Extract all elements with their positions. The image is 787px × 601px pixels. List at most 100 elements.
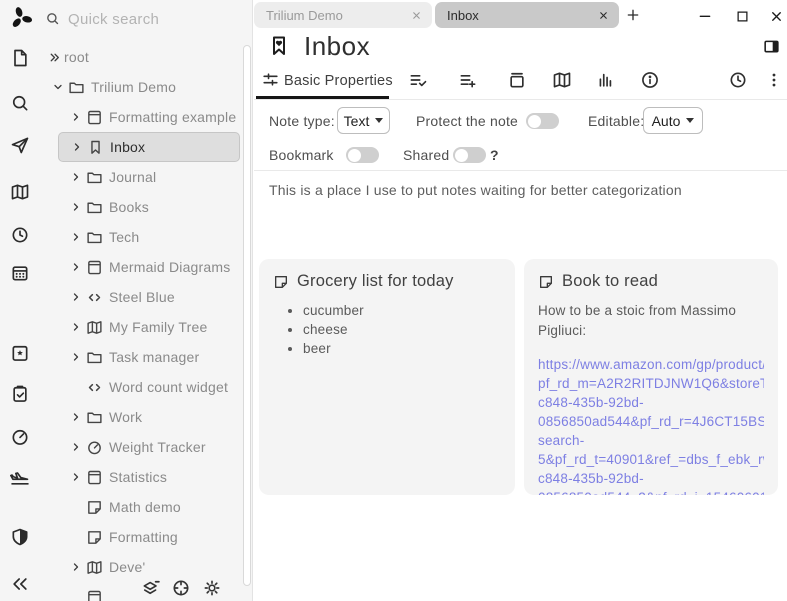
amazon-link[interactable]: https://www.amazon.com/gp/product/B pf_r… xyxy=(538,355,764,495)
card-title-row[interactable]: Grocery list for today xyxy=(273,272,501,291)
folder-icon xyxy=(86,169,104,186)
card-title-row[interactable]: Book to read xyxy=(538,272,764,291)
note-type-select[interactable]: Text xyxy=(337,107,390,134)
plane-icon[interactable] xyxy=(10,468,30,488)
dots-vertical-icon[interactable] xyxy=(764,70,784,90)
tree-item-tech[interactable]: Tech xyxy=(70,222,240,252)
chevron-right-icon[interactable] xyxy=(70,201,86,213)
protect-note-toggle[interactable] xyxy=(526,113,559,129)
tab-inbox[interactable]: Inbox xyxy=(435,2,619,28)
calendar-star-icon[interactable] xyxy=(10,343,30,363)
list-check-icon[interactable] xyxy=(408,70,428,90)
close-icon[interactable] xyxy=(411,10,422,21)
chevron-right-icon[interactable] xyxy=(71,141,87,153)
shield-icon[interactable] xyxy=(10,527,30,547)
search-icon xyxy=(45,11,60,26)
history-icon[interactable] xyxy=(10,225,30,245)
code-icon xyxy=(86,379,104,396)
search-icon[interactable] xyxy=(10,93,30,113)
chevron-right-icon[interactable] xyxy=(70,111,86,123)
chevron-right-icon[interactable] xyxy=(70,351,86,363)
close-icon[interactable] xyxy=(598,10,609,21)
child-note-card-book[interactable]: Book to read How to be a stoic from Mass… xyxy=(524,259,778,495)
tree-item-my-family-tree[interactable]: My Family Tree xyxy=(70,312,240,342)
new-note-icon[interactable] xyxy=(10,48,30,68)
tree-item-formatting-example[interactable]: Formatting example xyxy=(70,102,240,132)
ribbon-divider xyxy=(254,99,787,100)
plus-icon[interactable] xyxy=(625,7,641,23)
chevrons-right-icon[interactable] xyxy=(48,51,64,64)
card-title[interactable]: Book to read xyxy=(562,272,658,291)
chevron-right-icon[interactable] xyxy=(70,291,86,303)
note-description[interactable]: This is a place I use to put notes waiti… xyxy=(269,182,682,198)
note-title[interactable]: Inbox xyxy=(304,31,370,62)
chevron-right-icon[interactable] xyxy=(70,561,86,573)
chevron-right-icon[interactable] xyxy=(70,411,86,423)
grocery-list: cucumber cheese beer xyxy=(273,301,501,358)
tree-item-weight-tracker[interactable]: Weight Tracker xyxy=(70,432,240,462)
calendar-icon[interactable] xyxy=(10,263,30,283)
send-icon[interactable] xyxy=(10,135,30,155)
tree-item-statistics[interactable]: Statistics xyxy=(70,462,240,492)
chevron-down-icon[interactable] xyxy=(52,81,68,93)
tree-item-word-count-widget[interactable]: Word count widget xyxy=(70,372,240,402)
map-icon xyxy=(86,559,104,576)
map-icon[interactable] xyxy=(10,182,30,202)
tab-basic-properties[interactable]: Basic Properties xyxy=(284,73,393,89)
tree-item-root[interactable]: root xyxy=(48,42,240,72)
collapse-left-icon[interactable] xyxy=(10,574,30,594)
note-icon xyxy=(538,274,554,290)
list-item: cucumber xyxy=(303,301,501,320)
tree-item-mermaid-diagrams[interactable]: Mermaid Diagrams xyxy=(70,252,240,282)
tree-item-work[interactable]: Work xyxy=(70,402,240,432)
tree-item-formatting[interactable]: Formatting xyxy=(70,522,240,552)
chevron-right-icon[interactable] xyxy=(70,261,86,273)
quick-search-input[interactable] xyxy=(66,6,235,32)
maximize-icon[interactable] xyxy=(733,7,751,25)
tab-trilium-demo[interactable]: Trilium Demo xyxy=(254,2,432,28)
book-icon xyxy=(86,109,104,126)
clipboard-check-icon[interactable] xyxy=(10,384,30,404)
chevron-right-icon[interactable] xyxy=(70,441,86,453)
tree-item-journal[interactable]: Journal xyxy=(70,162,240,192)
card-title[interactable]: Grocery list for today xyxy=(297,272,454,291)
gauge-icon[interactable] xyxy=(10,427,30,447)
folder-icon xyxy=(86,409,104,426)
tree-item-task-manager[interactable]: Task manager xyxy=(70,342,240,372)
crosshair-icon[interactable] xyxy=(171,578,191,598)
protect-note-label: Protect the note xyxy=(416,113,518,129)
tree-item-inbox[interactable]: Inbox xyxy=(58,132,240,162)
sliders-icon xyxy=(261,70,280,89)
list-plus-icon[interactable] xyxy=(458,70,478,90)
chevron-down-icon xyxy=(375,118,383,123)
tree-item-math-demo[interactable]: Math demo xyxy=(70,492,240,522)
chevron-right-icon[interactable] xyxy=(70,231,86,243)
shared-help[interactable]: ? xyxy=(490,147,499,163)
trilium-window: root Trilium Demo Formatting example Inb… xyxy=(0,0,787,601)
archive-icon[interactable] xyxy=(507,70,527,90)
chevron-right-icon[interactable] xyxy=(70,171,86,183)
chevron-right-icon[interactable] xyxy=(70,321,86,333)
shared-toggle[interactable] xyxy=(453,147,486,163)
info-icon[interactable] xyxy=(640,70,660,90)
history-icon[interactable] xyxy=(728,70,748,90)
bar-chart-icon[interactable] xyxy=(595,70,615,90)
note-icon xyxy=(86,529,104,546)
bookmark-toggle[interactable] xyxy=(346,147,379,163)
toggle-right-pane-icon[interactable] xyxy=(762,37,781,56)
chevron-right-icon[interactable] xyxy=(70,471,86,483)
layers-minus-icon[interactable] xyxy=(141,578,161,598)
tree-item-steel-blue[interactable]: Steel Blue xyxy=(70,282,240,312)
tree-item-books[interactable]: Books xyxy=(70,192,240,222)
trilium-logo xyxy=(8,5,34,31)
minimize-icon[interactable] xyxy=(696,7,714,25)
editable-select[interactable]: Auto xyxy=(643,107,703,134)
gear-icon[interactable] xyxy=(202,578,222,598)
book-icon xyxy=(86,259,104,276)
child-note-card-grocery[interactable]: Grocery list for today cucumber cheese b… xyxy=(259,259,515,495)
map-icon[interactable] xyxy=(552,70,572,90)
tree-scrollbar[interactable] xyxy=(243,45,251,586)
card-text: How to be a stoic from Massimo Pigliuci: xyxy=(538,301,764,341)
tree-item-trilium-demo[interactable]: Trilium Demo xyxy=(52,72,240,102)
close-icon[interactable] xyxy=(767,7,785,25)
